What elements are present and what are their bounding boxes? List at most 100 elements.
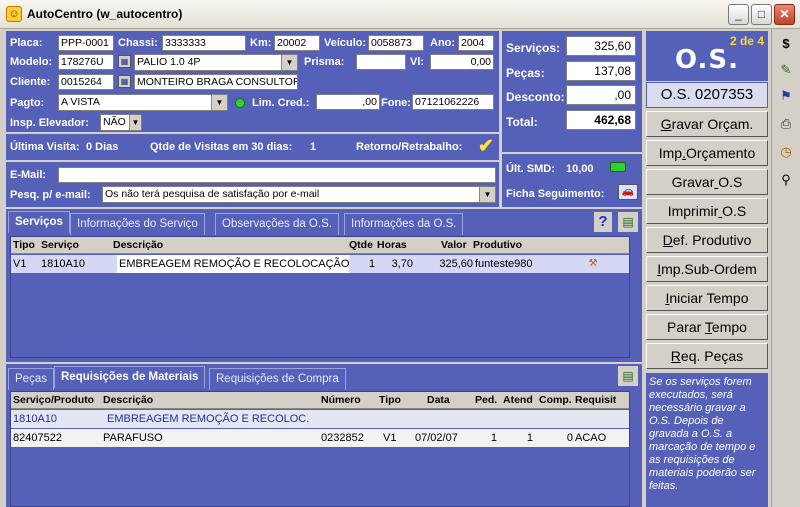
window-title: AutoCentro (w_autocentro): [27, 7, 183, 21]
ultima-visita-value: 0 Dias: [86, 141, 119, 153]
pesq-email-label: Pesq. p/ e-mail:: [10, 189, 91, 201]
prisma-field[interactable]: [356, 54, 406, 70]
column-header: Ped.: [475, 394, 498, 406]
dollar-icon[interactable]: $: [775, 33, 797, 55]
os-heading: O.S.: [674, 45, 739, 75]
grid-export-icon[interactable]: ▤: [618, 366, 638, 386]
chassi-field[interactable]: 3333333: [162, 35, 246, 51]
table-row[interactable]: 82407522 PARAFUSO 0232852 V1 07/02/07 1 …: [11, 429, 629, 447]
cliente-code-field[interactable]: 0015264: [58, 74, 114, 90]
limcred-field[interactable]: ,00: [316, 94, 380, 110]
vl-label: Vl:: [410, 56, 425, 68]
cliente-lookup-icon[interactable]: ▦: [118, 75, 131, 88]
modelo-code-field[interactable]: 178276U: [58, 54, 114, 70]
binoculars-icon[interactable]: ⚲: [775, 169, 797, 191]
tab-observacoes-os[interactable]: Observações da O.S.: [215, 213, 339, 235]
smd-panel: Últ. SMD: 10,00 Ficha Seguimento: 🚗: [502, 152, 642, 207]
flag-icon[interactable]: ⚑: [775, 85, 797, 107]
car-icon[interactable]: 🚗: [618, 184, 638, 200]
imprimir-orcamento-button[interactable]: Imp.Orçamento: [646, 140, 768, 166]
close-button[interactable]: ✕: [774, 4, 795, 25]
edit-icon[interactable]: ✎: [775, 59, 797, 81]
tab-informacoes-os[interactable]: Informações da O.S.: [344, 213, 464, 235]
veiculo-field[interactable]: 0058873: [368, 35, 424, 51]
os-number: O.S. 0207353: [646, 82, 768, 108]
desconto-value[interactable]: ,00: [566, 85, 636, 105]
chevron-down-icon: ▼: [281, 55, 297, 70]
elevador-label: Insp. Elevador:: [10, 117, 89, 129]
ultima-visita-label: Última Visita:: [10, 141, 80, 153]
table-row[interactable]: V1 1810A10 EMBREAGEM REMOÇÃO E RECOLOCAÇ…: [11, 255, 629, 273]
vl-field[interactable]: 0,00: [430, 54, 494, 70]
services-section: Serviços Informações do Serviço Observaç…: [6, 209, 642, 362]
iniciar-tempo-button[interactable]: Iniciar Tempo: [646, 285, 768, 311]
cell-atend: 1: [526, 432, 533, 444]
gravar-os-button[interactable]: Gravar O.S: [646, 169, 768, 195]
column-header: Descrição: [103, 394, 154, 406]
table-row[interactable]: 1810A10 EMBREAGEM REMOÇÃO E RECOLOC.: [11, 410, 629, 428]
cell-data: 07/02/07: [415, 432, 458, 444]
pecas-total-value: 137,08: [566, 61, 636, 81]
grid-export-icon[interactable]: ▤: [618, 212, 638, 232]
qtde-visitas-value: 1: [310, 141, 317, 153]
requisitar-pecas-button[interactable]: Req. Peças: [646, 343, 768, 369]
gravar-orcamento-button[interactable]: Gravar Orçam.: [646, 111, 768, 137]
cell-ped: 1: [490, 432, 497, 444]
km-field[interactable]: 20002: [274, 35, 320, 51]
maximize-button[interactable]: □: [751, 4, 772, 25]
column-header: Serviço: [41, 239, 79, 251]
modelo-select[interactable]: PALIO 1.0 4P ▼: [134, 54, 298, 71]
column-header: Serviço/Produto: [13, 394, 95, 406]
imprimir-os-button[interactable]: Imprimir O.S: [646, 198, 768, 224]
pagto-select-value: A VISTA: [61, 96, 100, 108]
column-header: Descrição: [113, 239, 164, 251]
retorno-label: Retorno/Retrabalho:: [356, 141, 463, 153]
modelo-lookup-icon[interactable]: ▦: [118, 55, 131, 68]
smd-label: Últ. SMD:: [506, 163, 555, 175]
cell-valor: 325,60: [439, 258, 473, 270]
qtde-visitas-label: Qtde de Visitas em 30 dias:: [150, 141, 293, 153]
definir-produtivo-button[interactable]: Def. Produtivo: [646, 227, 768, 253]
ano-label: Ano:: [430, 37, 456, 49]
tab-informacoes-servico[interactable]: Informações do Serviço: [70, 213, 205, 235]
vehicle-panel: Placa: PPP-0001 Chassi: 3333333 Km: 2000…: [6, 31, 499, 132]
print-icon[interactable]: ⎙: [775, 113, 797, 135]
servicos-total-label: Serviços:: [506, 41, 561, 55]
column-header: Requisit: [575, 394, 617, 406]
tab-pecas[interactable]: Peças: [8, 368, 54, 390]
cell-descricao: PARAFUSO: [103, 432, 163, 444]
column-header: Qtde: [349, 239, 373, 251]
tab-servicos[interactable]: Serviços: [8, 211, 70, 233]
os-header: 2 de 4 O.S.: [646, 31, 768, 81]
ano-field[interactable]: 2004: [458, 35, 494, 51]
cliente-label: Cliente:: [10, 76, 51, 88]
veiculo-label: Veículo:: [324, 37, 367, 49]
pesq-email-select[interactable]: Os não terá pesquisa de satisfação por e…: [102, 186, 496, 203]
minimize-button[interactable]: _: [728, 4, 749, 25]
imprimir-sub-ordem-button[interactable]: Imp.Sub-Ordem: [646, 256, 768, 282]
email-panel: E-Mail: Pesq. p/ e-mail: Os não terá pes…: [6, 162, 499, 207]
fone-field[interactable]: 07121062226: [412, 94, 494, 110]
pagto-select[interactable]: A VISTA ▼: [58, 94, 228, 111]
pagto-label: Pagto:: [10, 97, 45, 109]
pecas-total-label: Peças:: [506, 66, 545, 80]
summary-panel: Serviços: 325,60 Peças: 137,08 Desconto:…: [502, 31, 642, 160]
cliente-name-field[interactable]: MONTEIRO BRAGA CONSULTORIA: [134, 74, 298, 90]
servicos-total-value: 325,60: [566, 36, 636, 56]
column-header: Produtivo: [473, 239, 522, 251]
elevador-select[interactable]: NÃO ▼: [100, 114, 142, 131]
tab-requisicoes-compra[interactable]: Requisições de Compra: [209, 368, 346, 390]
cell-produtivo: funteste980: [475, 258, 533, 270]
desconto-label: Desconto:: [506, 90, 565, 104]
chassi-label: Chassi:: [118, 37, 158, 49]
column-header: Comp.: [539, 394, 572, 406]
clock-icon[interactable]: ◷: [775, 141, 797, 163]
help-icon[interactable]: ?: [594, 212, 612, 232]
column-header: Tipo: [379, 394, 401, 406]
tab-requisicoes-materiais[interactable]: Requisições de Materiais: [54, 366, 206, 388]
cell-numero: 0232852: [321, 432, 364, 444]
email-field[interactable]: [58, 167, 496, 183]
placa-field[interactable]: PPP-0001: [58, 35, 114, 51]
mechanic-icon[interactable]: ⚒: [583, 258, 603, 270]
parar-tempo-button[interactable]: Parar Tempo: [646, 314, 768, 340]
